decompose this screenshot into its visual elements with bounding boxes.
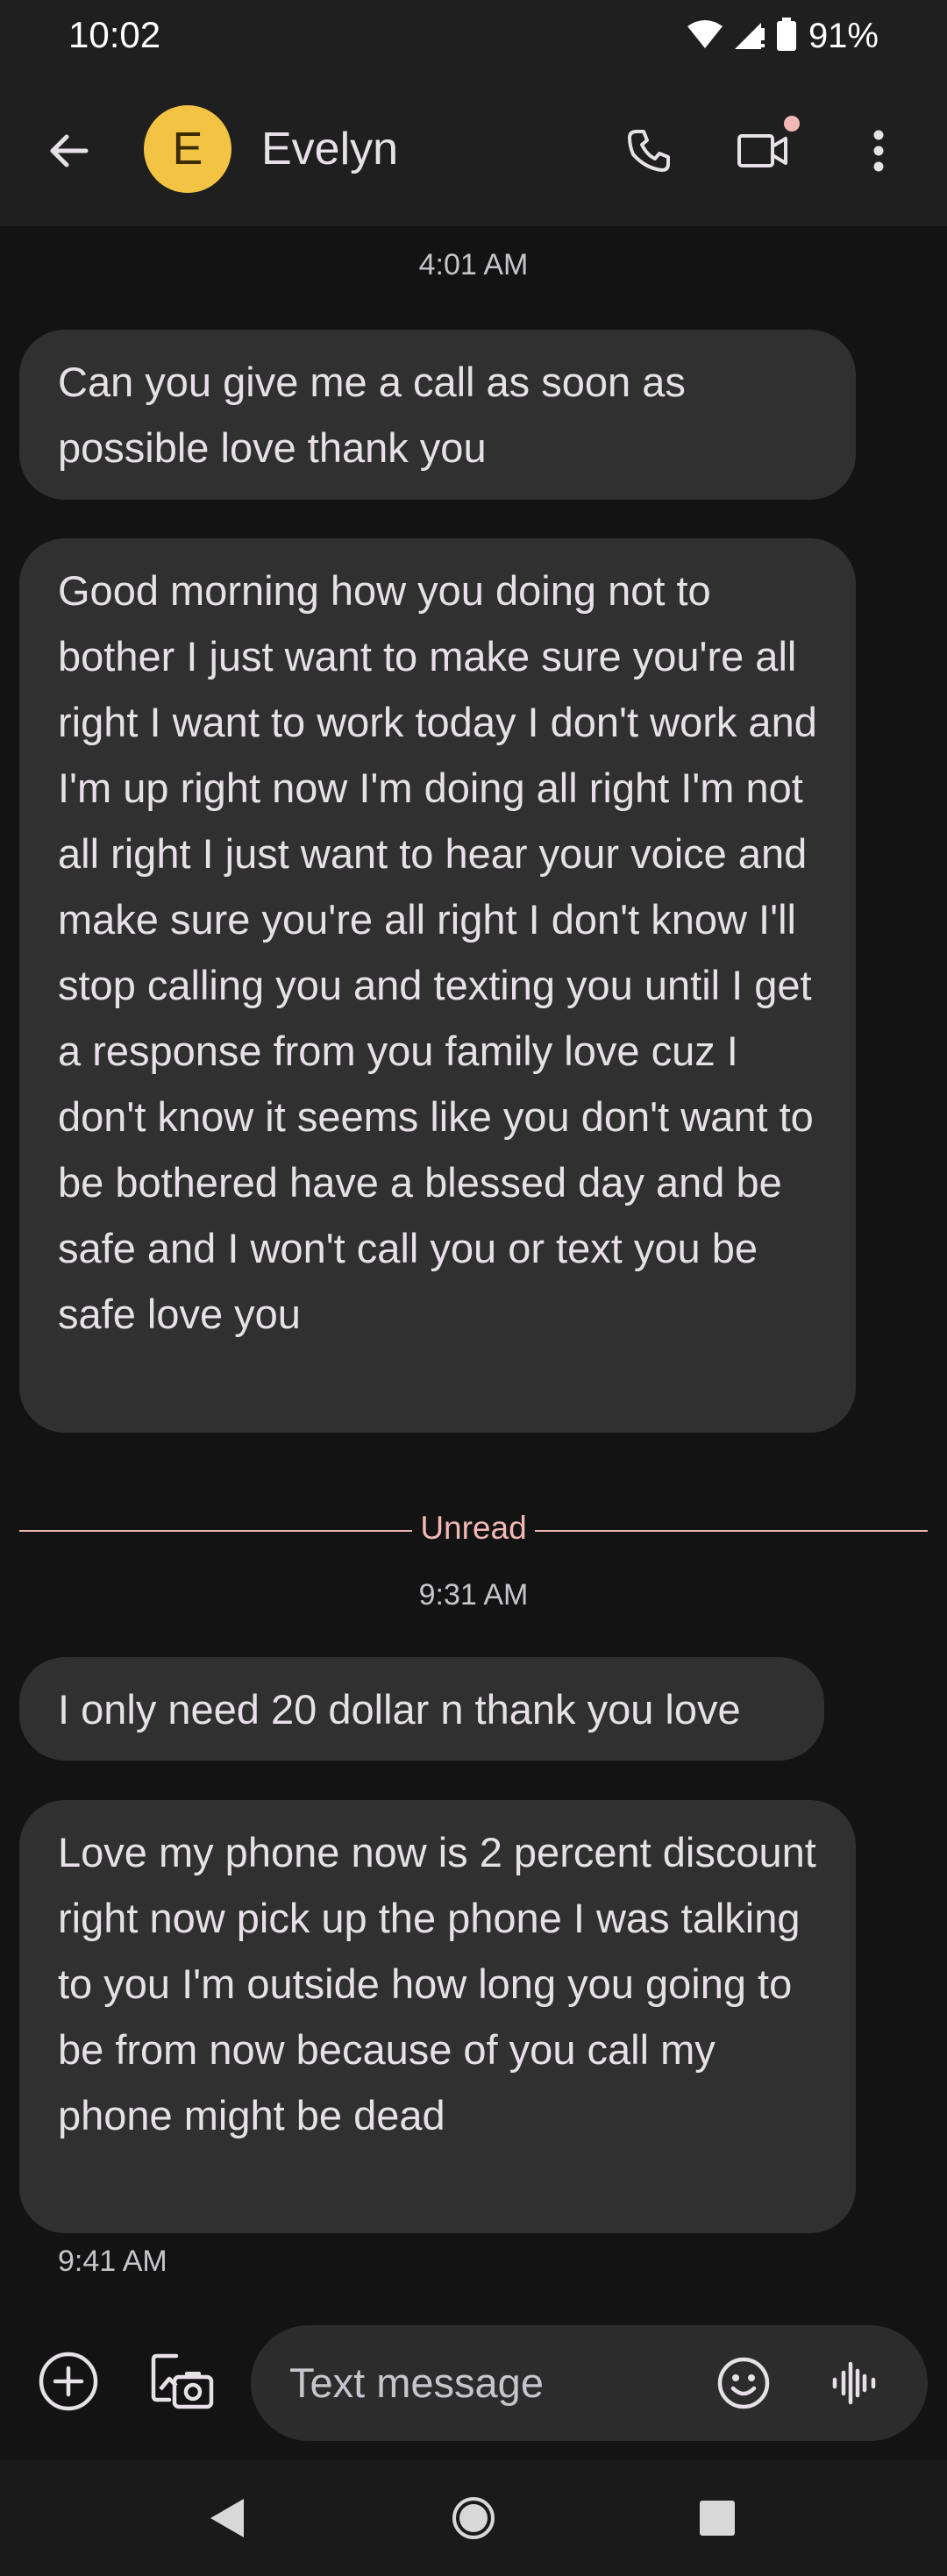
message-text: Good morning how you doing not to bother… xyxy=(58,567,817,1337)
gallery-button[interactable] xyxy=(147,2346,217,2416)
status-icons: 91% xyxy=(687,14,879,58)
video-call-icon xyxy=(737,134,787,167)
call-button[interactable] xyxy=(616,117,682,184)
battery-percent: 91% xyxy=(808,16,879,55)
message-text: Love my phone now is 2 percent discount … xyxy=(58,1829,816,2138)
incoming-message[interactable]: Love my phone now is 2 percent discount … xyxy=(19,1800,856,2233)
back-arrow-icon xyxy=(50,134,89,167)
phone-icon xyxy=(628,130,670,172)
more-options-button[interactable] xyxy=(845,117,912,184)
timestamp-divider: 4:01 AM xyxy=(418,248,529,281)
incoming-message[interactable]: Good morning how you doing not to bother… xyxy=(19,538,856,1433)
cell-signal-icon xyxy=(734,19,765,53)
more-vert-icon xyxy=(873,130,884,172)
attach-button[interactable] xyxy=(33,2346,103,2416)
voice-waveform-icon xyxy=(832,2361,876,2405)
contact-name[interactable]: Evelyn xyxy=(261,123,398,175)
system-navigation-bar xyxy=(0,2460,947,2576)
battery-icon xyxy=(776,17,796,55)
message-text: I only need 20 dollar n thank you love xyxy=(58,1686,741,1733)
status-time: 10:02 xyxy=(68,14,161,55)
nav-recents-button[interactable] xyxy=(684,2485,751,2551)
voice-message-button[interactable] xyxy=(819,2348,889,2418)
wifi-icon xyxy=(687,19,723,53)
timestamp-divider: 9:31 AM xyxy=(418,1578,529,1612)
incoming-message[interactable]: I only need 20 dollar n thank you love xyxy=(19,1657,824,1761)
back-button[interactable] xyxy=(37,119,100,182)
emoji-icon xyxy=(717,2357,770,2409)
unread-divider-right xyxy=(535,1530,928,1532)
nav-recents-icon xyxy=(700,2501,735,2536)
conversation-header: E Evelyn xyxy=(0,75,947,226)
notification-dot xyxy=(784,116,800,132)
incoming-message[interactable]: Can you give me a call as soon as possib… xyxy=(19,330,856,500)
add-circle-icon xyxy=(39,2352,98,2411)
message-text: Can you give me a call as soon as possib… xyxy=(58,359,686,471)
emoji-button[interactable] xyxy=(708,2348,779,2418)
nav-home-icon xyxy=(452,2497,495,2539)
unread-label: Unread xyxy=(420,1510,527,1546)
nav-back-button[interactable] xyxy=(195,2485,261,2551)
status-bar: 10:02 91% xyxy=(0,0,947,75)
nav-home-button[interactable] xyxy=(440,2485,507,2551)
message-input[interactable]: Text message xyxy=(251,2325,928,2441)
unread-divider-left xyxy=(19,1530,412,1532)
contact-avatar[interactable]: E xyxy=(144,105,231,193)
avatar-initial: E xyxy=(172,124,203,174)
message-input-placeholder: Text message xyxy=(289,2359,544,2406)
message-timestamp: 9:41 AM xyxy=(58,2245,167,2278)
gallery-camera-icon xyxy=(151,2353,214,2409)
nav-back-icon xyxy=(210,2499,244,2537)
